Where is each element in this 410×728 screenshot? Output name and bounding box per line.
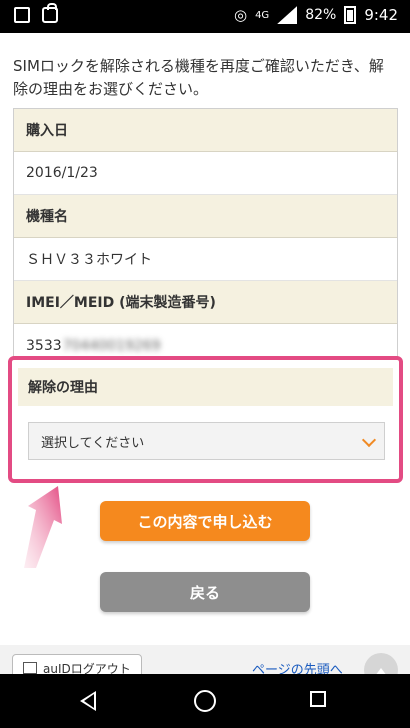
- reason-label: 解除の理由: [18, 368, 393, 406]
- imei-label: IMEI／MEID (端末製造番号): [14, 281, 397, 324]
- apply-button[interactable]: この内容で申し込む: [100, 501, 310, 541]
- nfc-icon: ◎: [233, 6, 248, 24]
- status-bar: ◎ 4G 82% 9:42: [0, 0, 410, 33]
- nav-back-icon[interactable]: [80, 691, 96, 711]
- chevron-down-icon: [361, 432, 377, 448]
- nav-home-icon[interactable]: [194, 690, 216, 712]
- reason-highlight-box: 解除の理由 選択してください: [8, 356, 403, 483]
- main-content: SIMロックを解除される機種を再度ご確認いただき、解除の理由をお選びください。 …: [0, 33, 410, 687]
- reason-select[interactable]: 選択してください: [28, 422, 385, 460]
- reason-select-value: 選択してください: [41, 435, 145, 451]
- battery-percent: 82%: [305, 7, 337, 23]
- logout-icon: [23, 662, 37, 674]
- model-name-label: 機種名: [14, 195, 397, 238]
- imei-visible-digits: 3533: [26, 337, 62, 354]
- purchase-date-value: 2016/1/23: [14, 152, 397, 195]
- model-name-value: ＳＨＶ３３ホワイト: [14, 238, 397, 281]
- signal-icon: [277, 6, 298, 24]
- back-button[interactable]: 戻る: [100, 572, 310, 612]
- network-type: 4G: [255, 9, 270, 21]
- battery-icon: [344, 6, 357, 24]
- intro-text: SIMロックを解除される機種を再度ご確認いただき、解除の理由をお選びください。: [13, 57, 384, 98]
- pointer-arrow-icon: [24, 486, 62, 568]
- imei-masked-digits: 70440019269: [62, 337, 161, 354]
- image-icon: [14, 7, 30, 23]
- navigation-bar: [0, 674, 410, 728]
- clock: 9:42: [364, 6, 398, 24]
- shopping-bag-icon: [42, 3, 58, 23]
- device-info-table: 購入日 2016/1/23 機種名 ＳＨＶ３３ホワイト IMEI／MEID (端…: [13, 108, 398, 368]
- purchase-date-label: 購入日: [14, 109, 397, 152]
- nav-recents-icon[interactable]: [310, 691, 326, 707]
